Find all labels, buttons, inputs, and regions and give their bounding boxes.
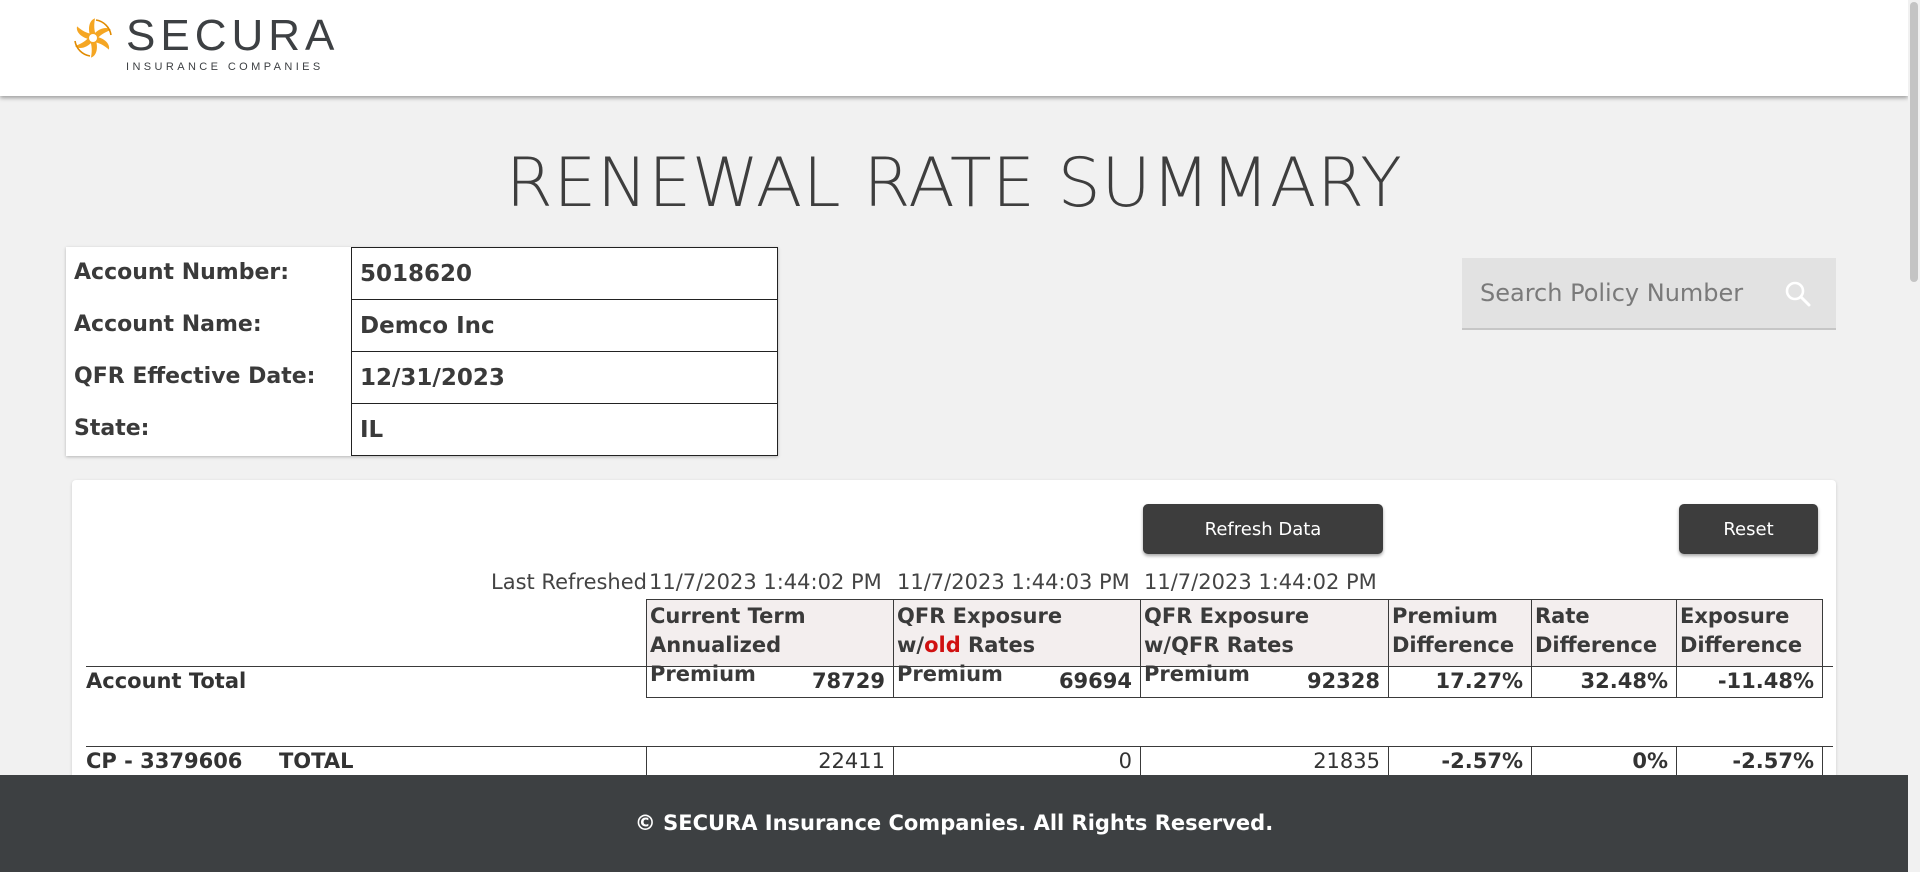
site-header: SECURA INSURANCE COMPANIES [0, 0, 1908, 96]
qfr-effective-date-row: QFR Effective Date: 12/31/2023 [66, 351, 778, 403]
col-header-premium-line2: Difference [1392, 633, 1515, 657]
col-header-old-prefix: w/ [897, 633, 925, 657]
col-header-old-line1: QFR Exposure [897, 604, 1063, 628]
policy-total-label[interactable]: CP - 3379606 TOTAL [86, 749, 353, 773]
col-header-old-highlight: old [924, 633, 961, 657]
col-header-current-line1: Current Term [650, 604, 806, 628]
col-header-rate-line2: Difference [1535, 633, 1658, 657]
account-total-qfr-rates-premium: 92328 [1140, 666, 1389, 698]
policy-total-exposure-difference: -2.57% [1676, 746, 1823, 778]
col-header-premium-line1: Premium [1392, 604, 1498, 628]
account-name-label: Account Name: [74, 312, 262, 337]
policy-total-old-rates-premium: 0 [893, 746, 1141, 778]
row-separator [646, 697, 1823, 698]
account-number-value: 5018620 [351, 247, 778, 299]
account-total-old-rates-premium: 69694 [893, 666, 1141, 698]
col-header-premium-difference: Premium Difference [1388, 599, 1532, 667]
qfr-effective-date-value: 12/31/2023 [351, 351, 778, 403]
col-header-rate-difference: Rate Difference [1531, 599, 1677, 667]
account-info-panel: Account Number: 5018620 Account Name: De… [66, 247, 778, 456]
account-total-rate-difference: 32.48% [1531, 666, 1677, 698]
account-name-value: Demco Inc [351, 299, 778, 351]
account-number-label: Account Number: [74, 260, 290, 285]
secura-logo[interactable]: SECURA INSURANCE COMPANIES [70, 14, 339, 73]
account-total-exposure-difference: -11.48% [1676, 666, 1823, 698]
site-footer: © SECURA Insurance Companies. All Rights… [0, 775, 1908, 872]
account-total-current-premium: 78729 [646, 666, 894, 698]
col-header-exposure-difference: Exposure Difference [1676, 599, 1823, 667]
account-name-row: Account Name: Demco Inc [66, 299, 778, 351]
refreshed-time-qfr-rates: 11/7/2023 1:44:02 PM [1144, 570, 1377, 594]
col-header-qfr-rates-premium: QFR Exposure w/QFR Rates Premium [1140, 599, 1389, 686]
policy-total-current-premium: 22411 [646, 746, 894, 778]
col-header-rate-line1: Rate [1535, 604, 1590, 628]
col-header-qfr-line1: QFR Exposure [1144, 604, 1310, 628]
col-header-old-rates-premium: QFR Exposure w/old Rates Premium [893, 599, 1141, 686]
page-scrollbar[interactable] [1908, 0, 1920, 872]
refreshed-time-old-rates: 11/7/2023 1:44:03 PM [897, 570, 1130, 594]
secura-logo-mark-icon [74, 18, 112, 58]
account-total-label: Account Total [86, 669, 247, 693]
refresh-data-button[interactable]: Refresh Data [1143, 504, 1383, 554]
logo-text: SECURA INSURANCE COMPANIES [126, 11, 340, 74]
policy-total-rate-difference: 0% [1531, 746, 1677, 778]
state-row: State: IL [66, 403, 778, 456]
state-label: State: [74, 416, 150, 441]
state-value: IL [351, 403, 778, 456]
search-policy-input[interactable] [1462, 258, 1782, 328]
page-title: RENEWAL RATE SUMMARY [505, 144, 1403, 223]
last-refreshed-label: Last Refreshed [491, 570, 647, 594]
policy-total-qfr-rates-premium: 21835 [1140, 746, 1389, 778]
col-header-current-premium: Current Term Annualized Premium [646, 599, 894, 686]
qfr-effective-date-label: QFR Effective Date: [74, 364, 316, 389]
scrollbar-thumb[interactable] [1910, 2, 1918, 282]
search-box [1462, 258, 1836, 330]
policy-total-premium-difference: -2.57% [1388, 746, 1532, 778]
search-icon[interactable] [1784, 280, 1812, 308]
account-total-premium-difference: 17.27% [1388, 666, 1532, 698]
col-header-exposure-line1: Exposure [1680, 604, 1790, 628]
footer-copyright: © SECURA Insurance Companies. All Rights… [634, 811, 1274, 835]
refreshed-time-current: 11/7/2023 1:44:02 PM [649, 570, 882, 594]
reset-button[interactable]: Reset [1679, 504, 1818, 554]
account-number-row: Account Number: 5018620 [66, 247, 778, 299]
col-header-exposure-line2: Difference [1680, 633, 1803, 657]
logo-wordmark: SECURA [126, 11, 340, 60]
logo-subtitle: INSURANCE COMPANIES [126, 61, 324, 73]
